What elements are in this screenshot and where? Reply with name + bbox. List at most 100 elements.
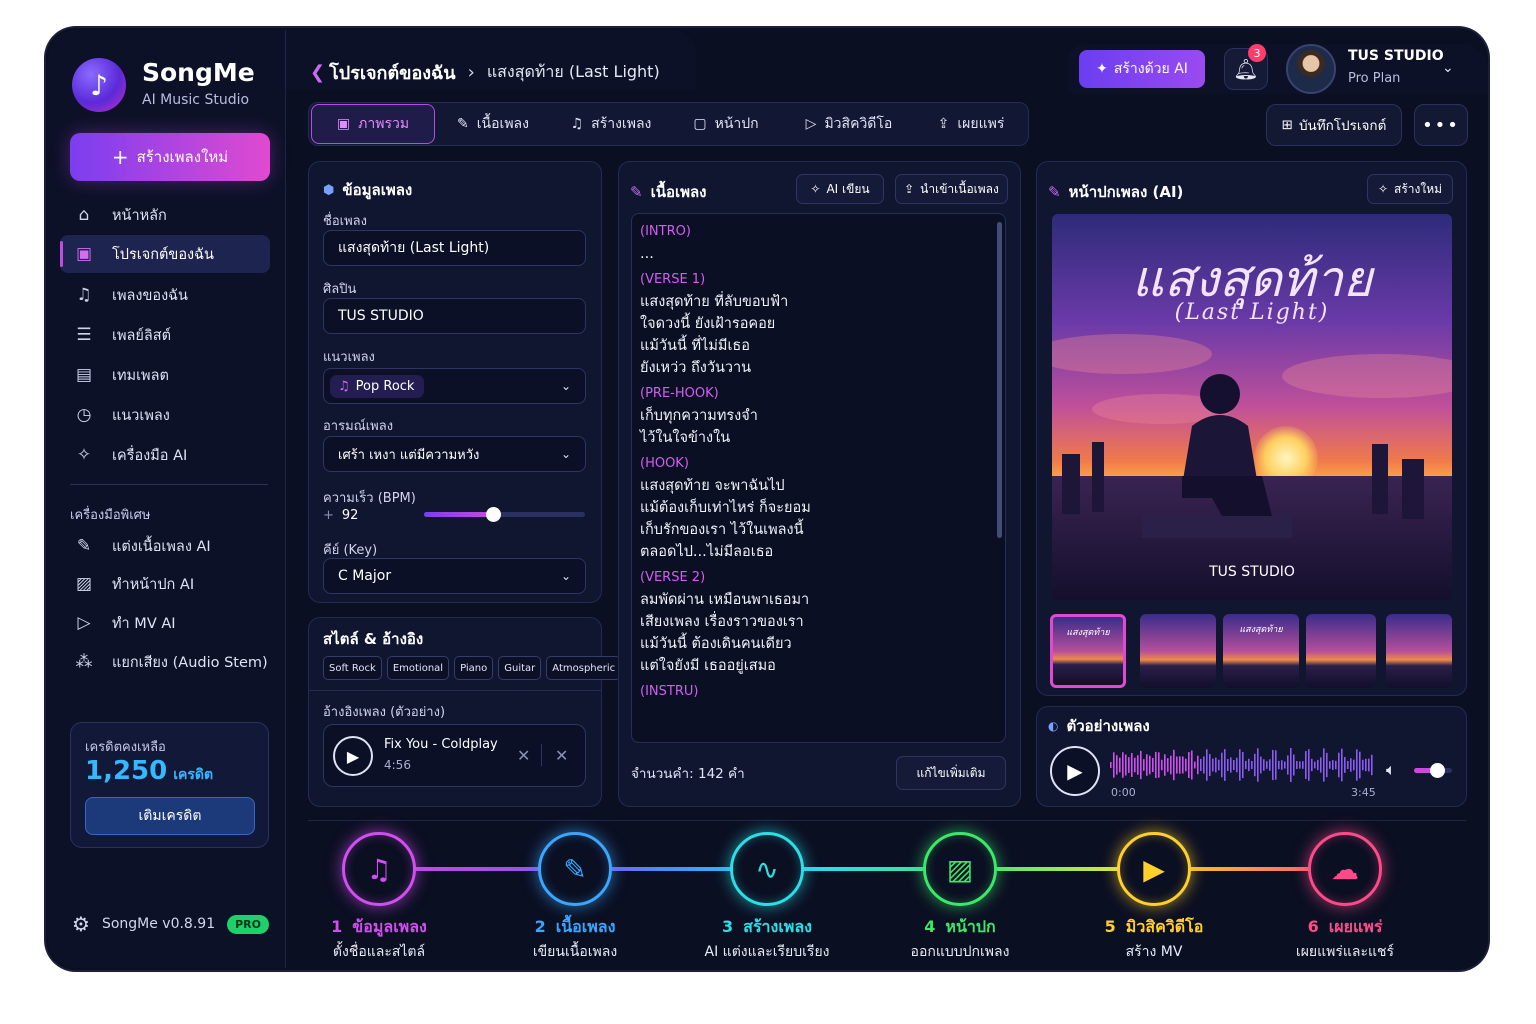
cover-thumbnail[interactable] (1386, 614, 1452, 688)
cover-thumbnail[interactable] (1140, 614, 1216, 688)
app-subtitle: AI Music Studio (142, 92, 250, 108)
preview-play-button[interactable]: ▶ (1050, 746, 1100, 796)
sidebar-item-ai-cover[interactable]: ▨ ทำหน้าปก AI (60, 565, 270, 603)
workflow-step-1[interactable]: ♫ (342, 832, 416, 906)
bpm-slider[interactable] (424, 507, 585, 522)
back-chevron-icon[interactable]: ❮ (310, 62, 325, 83)
workflow-step-label: มิวสิควิดีโอ (1125, 917, 1204, 936)
waveform-bar (1275, 750, 1277, 780)
lyrics-line: เก็บรักของเรา ไว้ในเพลงนี้ (640, 522, 804, 538)
remove-reference-icon[interactable]: ✕ (517, 746, 530, 765)
building-shape (1062, 454, 1080, 514)
tab-lyrics[interactable]: ✎ เนื้อเพลง (435, 104, 551, 144)
volume-icon[interactable]: 🔈︎ (1386, 760, 1396, 780)
sidebar-item-templates[interactable]: ▤ เทมเพลต (60, 356, 270, 394)
lyrics-line: ตลอดไป...ไม่มีลอเธอ (640, 544, 774, 560)
volume-slider[interactable] (1414, 763, 1452, 778)
chevron-down-icon[interactable]: ⌄ (1442, 60, 1454, 76)
import-lyrics-button[interactable]: ⇪ นำเข้าเนื้อเพลง (895, 174, 1008, 204)
cover-thumbnail[interactable]: แสงสุดท้าย (1223, 614, 1299, 688)
tab-publish[interactable]: ⇪ เผยแพร่ (917, 104, 1025, 144)
song-name-field[interactable]: แสงสุดท้าย (Last Light) (323, 230, 586, 266)
workflow-step-4[interactable]: ▨ (923, 832, 997, 906)
mood-select[interactable]: เศร้า เหงา แต่มีความหวัง ⌄ (323, 436, 586, 472)
new-song-button[interactable]: + สร้างเพลงใหม่ (70, 133, 270, 181)
tab-cover[interactable]: ▢ หน้าปก (671, 104, 781, 144)
waveform-bar (1155, 751, 1157, 779)
cover-thumbnail[interactable]: แสงสุดท้าย (1050, 614, 1126, 688)
waveform-bar (1296, 761, 1298, 769)
workflow-step-2[interactable]: ✎ (538, 832, 612, 906)
waveform-bar (1371, 754, 1373, 776)
waveform-bar (1146, 754, 1148, 776)
lyrics-line: เก็บทุกความทรงจำ (640, 408, 758, 424)
workflow-step-6[interactable]: ☁ (1308, 832, 1382, 906)
sidebar-item-audio-stem[interactable]: ⁂ แยกเสียง (Audio Stem) (60, 643, 270, 681)
folder-icon: ▣ (75, 244, 93, 264)
waveform-bar (1113, 752, 1115, 778)
artist-field[interactable]: TUS STUDIO (323, 298, 586, 334)
waveform-bar (1158, 752, 1160, 778)
waveform-bar (1227, 758, 1229, 772)
volume-slider-handle[interactable] (1429, 763, 1445, 778)
waveform-bar (1140, 750, 1142, 780)
style-tag[interactable]: Piano (454, 656, 494, 680)
gear-icon[interactable]: ⚙ (72, 912, 90, 936)
tab-create-song[interactable]: ♫ สร้างเพลง (551, 104, 671, 144)
save-project-button[interactable]: ⊞ บันทึกโปรเจกต์ (1266, 104, 1402, 146)
style-tag[interactable]: Atmospheric (546, 656, 622, 680)
workflow-step-title: 1 ข้อมูลเพลง (289, 915, 469, 940)
sidebar-item-ai-tools[interactable]: ✧ เครื่องมือ AI (60, 436, 270, 474)
waveform-bar (1272, 749, 1274, 781)
lyrics-line: ลมพัดผ่าน เหมือนพาเธอมา (640, 592, 810, 608)
style-tag[interactable]: Guitar (498, 656, 542, 680)
waveform-bar (1152, 757, 1154, 773)
waveform-bar (1281, 760, 1283, 770)
workflow-step-5[interactable]: ▶ (1117, 832, 1191, 906)
cover-artwork[interactable]: แสงสุดท้าย (Last Light) TUS STUDIO (1052, 214, 1452, 600)
style-divider (309, 690, 601, 691)
overview-icon: ▣ (336, 116, 351, 132)
waveform-bar (1221, 752, 1223, 778)
workflow-step-subtitle: เผยแพร่และแชร์ (1295, 944, 1395, 960)
style-tag[interactable]: Soft Rock (323, 656, 382, 680)
close-icon[interactable]: ✕ (555, 746, 568, 765)
sidebar-item-my-projects[interactable]: ▣ โปรเจกต์ของฉัน (60, 235, 270, 273)
plus-icon: + (111, 145, 129, 169)
sidebar-item-ai-lyrics[interactable]: ✎ แต่งเนื้อเพลง AI (60, 527, 270, 565)
workflow-step-number: 2 (534, 917, 546, 936)
key-select[interactable]: C Major ⌄ (323, 558, 586, 594)
breadcrumb-separator-icon: › (467, 62, 475, 83)
workflow-step-number: 3 (722, 917, 734, 936)
waveform-bar (1359, 751, 1361, 779)
edit-more-button[interactable]: แก้ไขเพิ่มเติม (896, 756, 1006, 790)
top-up-credits-button[interactable]: เติมเครดิต (85, 797, 255, 835)
create-with-ai-button[interactable]: ✦ สร้างด้วย AI (1079, 50, 1205, 88)
audio-waveform[interactable] (1110, 742, 1376, 788)
tab-music-video[interactable]: ▷ มิวสิควิดีโอ (781, 104, 917, 144)
chevron-down-icon: ⌄ (560, 569, 571, 583)
workflow-step-3[interactable]: ∿ (730, 832, 804, 906)
genre-select[interactable]: ♫ Pop Rock ⌄ (323, 368, 586, 404)
building-shape (1372, 444, 1388, 514)
tab-overview[interactable]: ▣ ภาพรวม (311, 104, 435, 144)
generate-new-cover-button[interactable]: ✧ สร้างใหม่ (1367, 174, 1453, 204)
more-options-button[interactable]: ••• (1414, 104, 1468, 146)
waveform-bar (1245, 760, 1247, 770)
save-icon: ⊞ (1281, 117, 1293, 133)
sidebar-item-home[interactable]: ⌂ หน้าหลัก (60, 196, 270, 234)
sidebar-item-playlist[interactable]: ☰ เพลย์ลิสต์ (60, 316, 270, 354)
sidebar-item-genres[interactable]: ◷ แนวเพลง (60, 396, 270, 434)
sidebar-item-my-songs[interactable]: ♫ เพลงของฉัน (60, 276, 270, 314)
ai-write-button[interactable]: ✧ AI เขียน (796, 174, 884, 204)
cover-thumbnail[interactable] (1306, 614, 1376, 688)
style-tag[interactable]: Emotional (386, 656, 450, 680)
sidebar-item-ai-mv[interactable]: ▷ ทำ MV AI (60, 604, 270, 642)
style-title: สไตล์ & อ้างอิง (323, 630, 424, 648)
image-icon: ▨ (946, 852, 974, 886)
waveform-bar (1185, 758, 1187, 772)
lyrics-scrollbar[interactable] (997, 222, 1002, 538)
breadcrumb-root[interactable]: โปรเจกต์ของฉัน (329, 58, 456, 87)
reference-play-button[interactable]: ▶ (333, 736, 373, 776)
avatar[interactable] (1286, 44, 1336, 94)
